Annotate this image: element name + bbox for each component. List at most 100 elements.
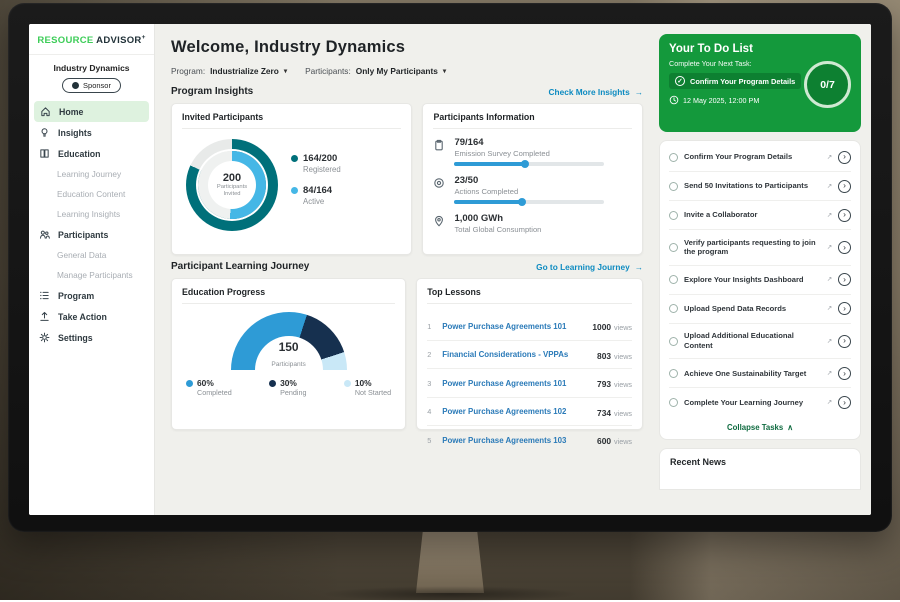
next-task-chip[interactable]: ✓ Confirm Your Program Details [669, 73, 801, 89]
task-label: Achieve One Sustainability Target [684, 369, 821, 379]
sidebar-item-insights[interactable]: Insights [29, 122, 154, 143]
lesson-link[interactable]: Power Purchase Agreements 102 [442, 407, 590, 416]
program-select[interactable]: Industrialize Zero ▾ [210, 66, 287, 76]
next-task-label: Confirm Your Program Details [690, 77, 795, 86]
chevron-right-icon[interactable]: › [838, 209, 851, 222]
task-item[interactable]: Explore Your Insights Dashboard ↗ › [669, 266, 851, 295]
brand-primary: RESOURCE [37, 35, 93, 46]
external-link-icon: ↗ [827, 370, 832, 377]
chevron-right-icon[interactable]: › [838, 367, 851, 380]
sidebar-item-program[interactable]: Program [29, 285, 154, 306]
participants-information-card: Participants Information 79/164 Emission… [422, 103, 643, 255]
legend-label: Pending [280, 388, 306, 397]
lesson-link[interactable]: Financial Considerations - VPPAs [442, 350, 590, 359]
task-item[interactable]: Send 50 Invitations to Participants ↗ › [669, 172, 851, 201]
users-icon [39, 229, 51, 240]
task-item[interactable]: Confirm Your Program Details ↗ › [669, 143, 851, 172]
task-label: Send 50 Invitations to Participants [684, 181, 821, 191]
lesson-views: 600views [597, 431, 632, 449]
task-item[interactable]: Upload Additional Educational Content ↗ … [669, 324, 851, 360]
card-title: Education Progress [182, 287, 395, 304]
task-label: Upload Spend Data Records [684, 304, 821, 314]
sidebar-item-manage-participants[interactable]: Manage Participants [29, 265, 154, 285]
lesson-row[interactable]: 3 Power Purchase Agreements 101 793views [427, 369, 632, 398]
lesson-row[interactable]: 1 Power Purchase Agreements 101 1000view… [427, 312, 632, 341]
task-checkbox[interactable] [669, 275, 678, 284]
due-date: 12 May 2025, 12:00 PM [683, 96, 759, 105]
sidebar-item-learning-journey[interactable]: Learning Journey [29, 164, 154, 184]
participants-select[interactable]: Only My Participants ▾ [356, 66, 446, 76]
task-label: Confirm Your Program Details [684, 152, 821, 162]
task-item[interactable]: Upload Spend Data Records ↗ › [669, 295, 851, 324]
task-checkbox[interactable] [669, 182, 678, 191]
lesson-views: 1000views [592, 317, 632, 335]
sidebar-item-label: Participants [58, 230, 108, 240]
clipboard-icon [433, 137, 446, 166]
sponsor-badge[interactable]: Sponsor [62, 78, 121, 93]
recent-news-card: Recent News [659, 448, 861, 490]
task-checkbox[interactable] [669, 304, 678, 313]
sidebar: RESOURCE ADVISOR+ Industry Dynamics Spon… [29, 24, 155, 515]
sidebar-item-education[interactable]: Education [29, 143, 154, 164]
sidebar-item-participants[interactable]: Participants [29, 224, 154, 245]
sidebar-item-home[interactable]: Home [34, 101, 149, 122]
program-insights-title: Program Insights [171, 86, 253, 97]
chevron-down-icon: ▾ [284, 67, 287, 75]
task-item[interactable]: Verify participants requesting to join t… [669, 230, 851, 266]
lesson-views: 734views [597, 403, 632, 421]
actions-progress-fill [454, 200, 523, 204]
views-count: 600 [597, 436, 611, 446]
chevron-right-icon[interactable]: › [838, 151, 851, 164]
task-checkbox[interactable] [669, 398, 678, 407]
chevron-right-icon[interactable]: › [838, 302, 851, 315]
metric-value: 1,000 GWh [454, 213, 541, 224]
chevron-right-icon[interactable]: › [838, 396, 851, 409]
metric-value: 79/164 [454, 137, 604, 148]
chevron-right-icon[interactable]: › [838, 273, 851, 286]
gauge-center-value: 150 [231, 341, 347, 353]
external-link-icon: ↗ [827, 399, 832, 406]
chevron-right-icon[interactable]: › [838, 241, 851, 254]
task-checkbox[interactable] [669, 337, 678, 346]
task-item[interactable]: Achieve One Sustainability Target ↗ › [669, 359, 851, 388]
task-checkbox[interactable] [669, 243, 678, 252]
sidebar-item-take-action[interactable]: Take Action [29, 306, 154, 327]
bulb-icon [39, 127, 51, 138]
collapse-caret-icon: ∧ [787, 423, 793, 432]
task-item[interactable]: Invite a Collaborator ↗ › [669, 201, 851, 230]
sidebar-item-learning-insights[interactable]: Learning Insights [29, 204, 154, 224]
lesson-link[interactable]: Power Purchase Agreements 101 [442, 379, 590, 388]
views-count: 803 [597, 351, 611, 361]
check-more-insights-link[interactable]: Check More Insights → [549, 87, 643, 97]
task-list-card: Confirm Your Program Details ↗ › Send 50… [659, 140, 861, 440]
external-link-icon: ↗ [827, 305, 832, 312]
external-link-icon: ↗ [827, 338, 832, 345]
sidebar-item-education-content[interactable]: Education Content [29, 184, 154, 204]
legend-registered: 164/200 Registered [291, 153, 341, 174]
card-title: Top Lessons [427, 287, 632, 304]
collapse-tasks-link[interactable]: Collapse Tasks ∧ [669, 416, 851, 435]
sidebar-item-label: Learning Insights [57, 209, 120, 219]
go-to-learning-journey-link[interactable]: Go to Learning Journey → [536, 262, 643, 272]
task-checkbox[interactable] [669, 369, 678, 378]
emission-survey-row: 79/164 Emission Survey Completed [433, 137, 632, 166]
lesson-link[interactable]: Power Purchase Agreements 101 [442, 322, 585, 331]
lesson-rank: 1 [427, 322, 435, 331]
education-progress-gauge: 150 Participants [231, 312, 347, 370]
lesson-row[interactable]: 2 Financial Considerations - VPPAs 803vi… [427, 341, 632, 370]
location-pin-icon [433, 213, 446, 238]
task-checkbox[interactable] [669, 153, 678, 162]
arrow-right-icon: → [635, 87, 643, 97]
sidebar-item-settings[interactable]: Settings [29, 327, 154, 348]
chevron-right-icon[interactable]: › [838, 335, 851, 348]
lesson-row[interactable]: 4 Power Purchase Agreements 102 734views [427, 398, 632, 427]
collapse-label: Collapse Tasks [727, 423, 783, 432]
lesson-row[interactable]: 5 Power Purchase Agreements 103 600views [427, 426, 632, 454]
task-checkbox[interactable] [669, 211, 678, 220]
program-selected-value: Industrialize Zero [210, 66, 279, 76]
chevron-right-icon[interactable]: › [838, 180, 851, 193]
lesson-link[interactable]: Power Purchase Agreements 103 [442, 436, 590, 445]
task-item[interactable]: Complete Your Learning Journey ↗ › [669, 388, 851, 416]
sidebar-item-general-data[interactable]: General Data [29, 245, 154, 265]
participants-selected-value: Only My Participants [356, 66, 438, 76]
